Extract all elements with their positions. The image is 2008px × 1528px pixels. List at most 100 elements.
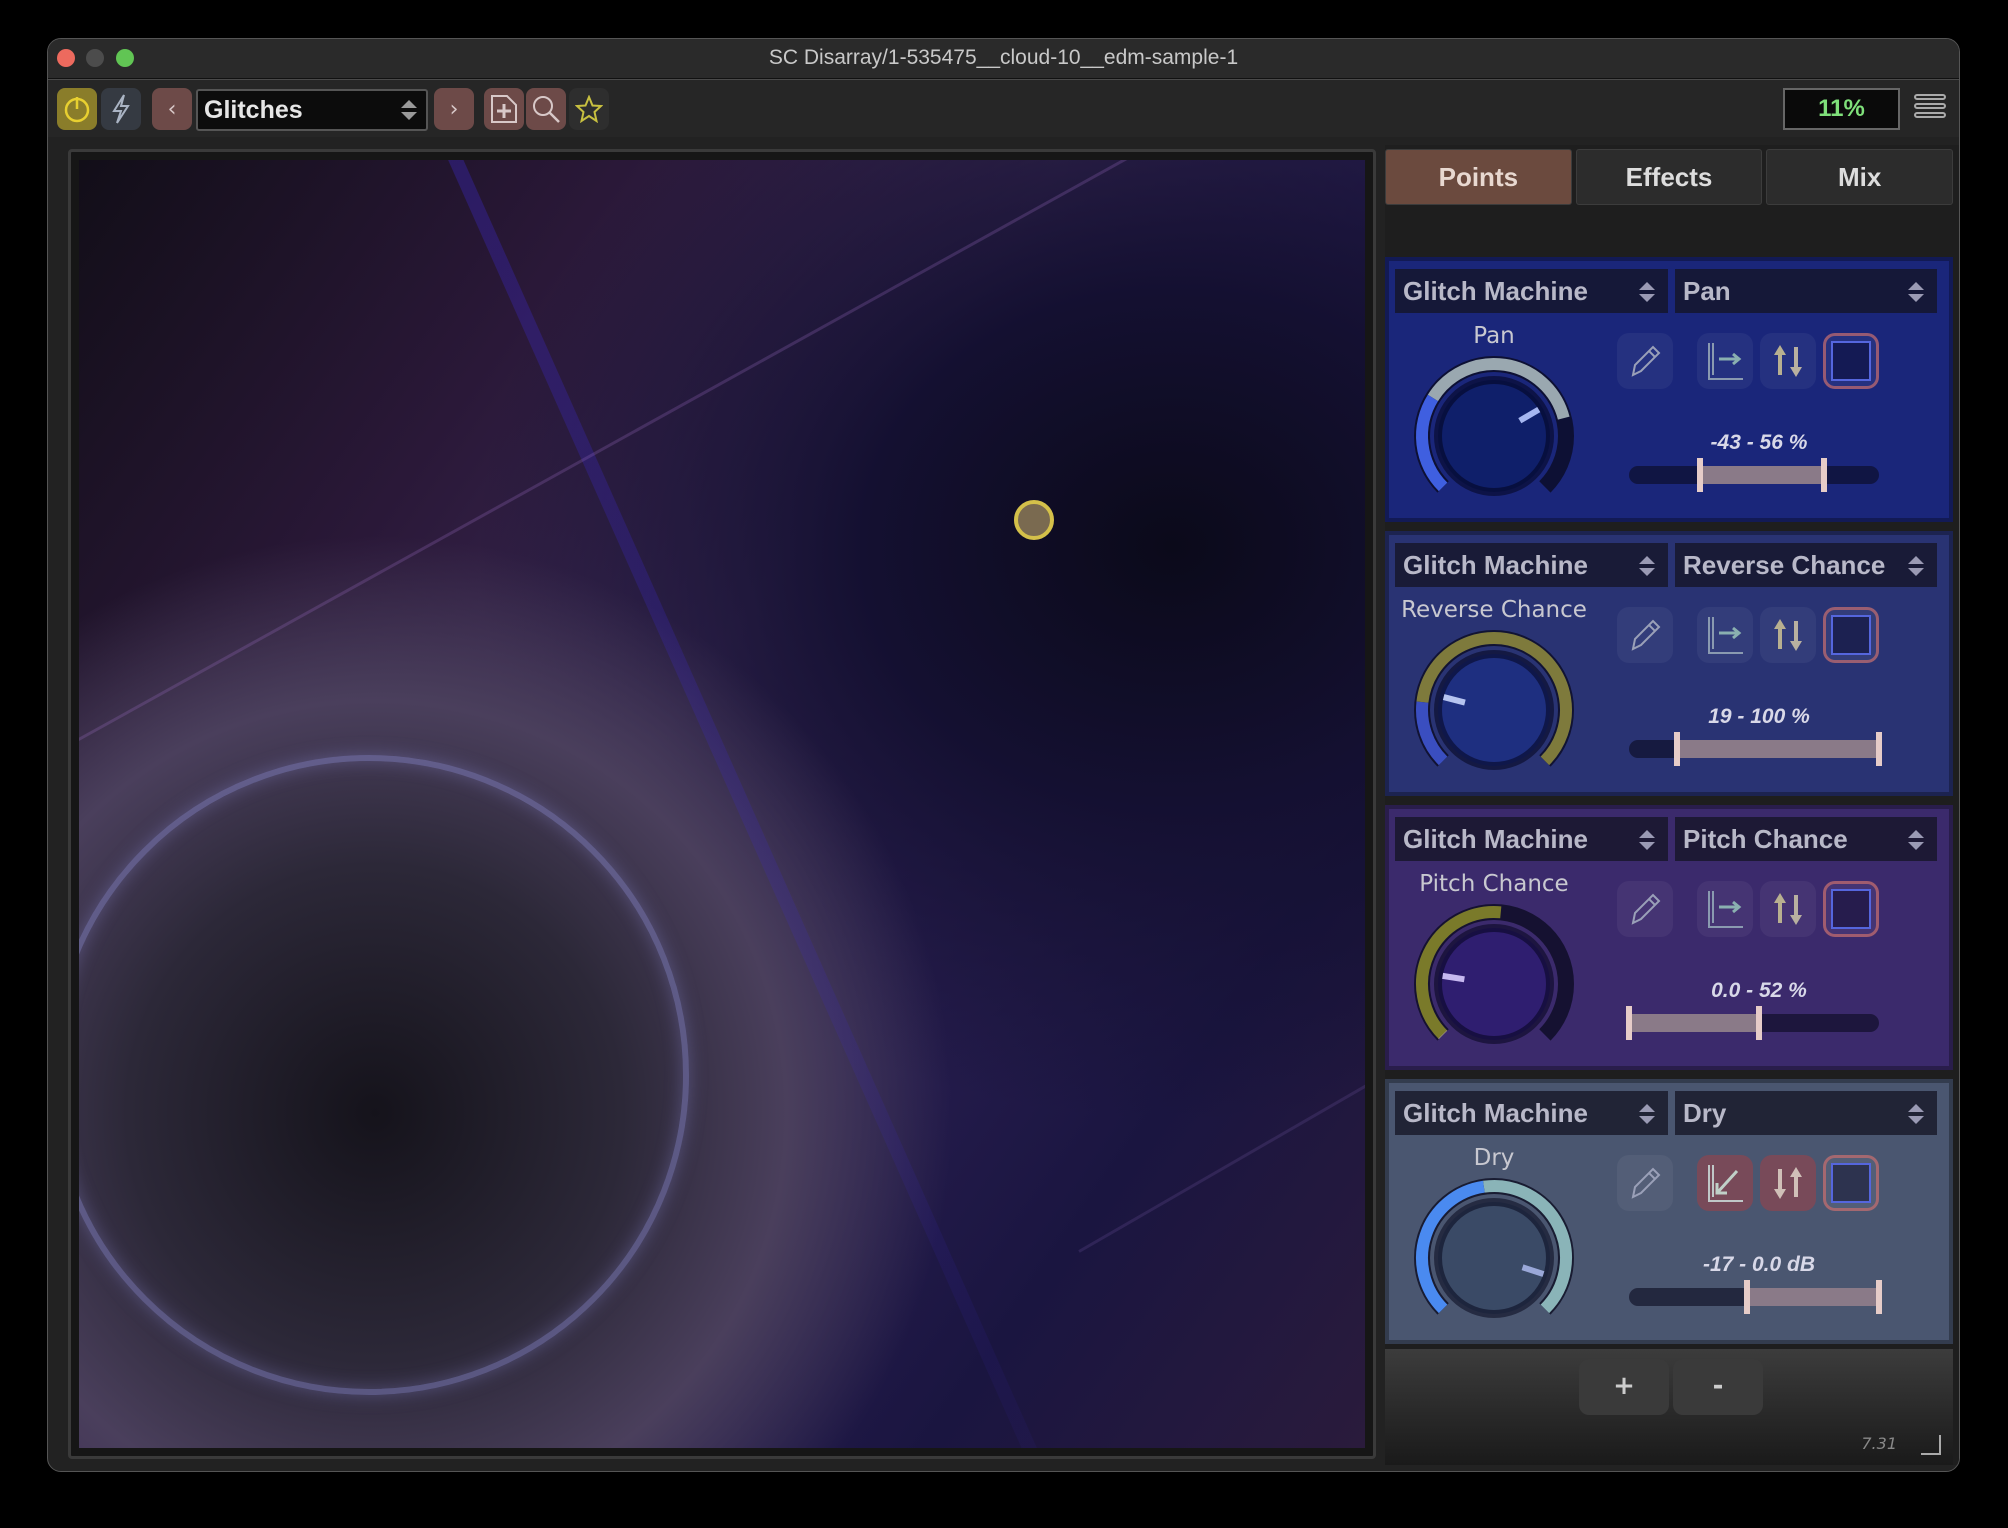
- add-slot-button[interactable]: +: [1579, 1359, 1669, 1415]
- range-low-handle[interactable]: [1626, 1006, 1632, 1040]
- color-swatch-button[interactable]: [1823, 1155, 1879, 1211]
- color-swatch-button[interactable]: [1823, 881, 1879, 937]
- invert-button[interactable]: [1760, 607, 1816, 663]
- curve-shape-button[interactable]: [1697, 1155, 1753, 1211]
- add-file-icon: [491, 95, 517, 123]
- parameter-name: Pitch Chance: [1683, 824, 1848, 854]
- menu-bar-icon: [1914, 103, 1946, 109]
- spinner-arrows-icon: [1639, 830, 1655, 850]
- draw-mode-button[interactable]: [1617, 881, 1673, 937]
- window-title: SC Disarray/1-535475__cloud-10__edm-samp…: [768, 46, 1239, 69]
- curve-shape-icon: [1708, 1165, 1743, 1202]
- favorite-button[interactable]: [569, 88, 609, 130]
- range-slider[interactable]: [1626, 1006, 1879, 1040]
- parameter-knob[interactable]: [1409, 1173, 1579, 1343]
- range-low-handle[interactable]: [1697, 458, 1704, 492]
- parameter-selector[interactable]: Pan: [1675, 269, 1937, 313]
- module-name: Glitch Machine: [1403, 1098, 1588, 1128]
- range-high-handle[interactable]: [1756, 1006, 1762, 1040]
- previous-preset-button[interactable]: ‹: [152, 88, 192, 130]
- module-selector[interactable]: Glitch Machine: [1395, 269, 1668, 313]
- parameter-selector[interactable]: Reverse Chance: [1675, 543, 1937, 587]
- slot-controls: + - 7.31: [1385, 1349, 1953, 1465]
- preset-name: Glitches: [204, 96, 303, 124]
- range-high-handle[interactable]: [1876, 732, 1882, 766]
- spinner-arrows-icon: [1908, 282, 1924, 302]
- app-window: SC Disarray/1-535475__cloud-10__edm-samp…: [47, 38, 1960, 1472]
- tab-effects[interactable]: Effects: [1575, 149, 1763, 205]
- range-fill: [1746, 1288, 1879, 1306]
- spinner-arrows-icon: [1639, 556, 1655, 576]
- color-swatch: [1831, 615, 1871, 655]
- range-slider[interactable]: [1629, 732, 1882, 766]
- modulation-slot: Glitch Machine Pan Pan -43 - 56 %: [1385, 257, 1953, 522]
- invert-button[interactable]: [1760, 881, 1816, 937]
- module-selector[interactable]: Glitch Machine: [1395, 543, 1668, 587]
- color-swatch-button[interactable]: [1823, 333, 1879, 389]
- bypass-button[interactable]: [101, 88, 141, 130]
- preset-selector[interactable]: Glitches: [196, 89, 428, 131]
- range-readout: 19 - 100 %: [1708, 705, 1810, 728]
- power-icon: [64, 97, 90, 123]
- parameter-name: Dry: [1683, 1098, 1727, 1128]
- main-menu-button[interactable]: [1914, 94, 1946, 124]
- curve-shape-button[interactable]: [1697, 607, 1753, 663]
- parameter-knob[interactable]: [1409, 351, 1579, 521]
- invert-direction-icon: [1774, 345, 1802, 377]
- range-high-handle[interactable]: [1821, 458, 1827, 492]
- xy-point-handle[interactable]: [1014, 500, 1054, 540]
- power-button[interactable]: [57, 88, 97, 130]
- range-fill: [1676, 740, 1879, 758]
- invert-button[interactable]: [1760, 1155, 1816, 1211]
- draw-mode-button[interactable]: [1617, 333, 1673, 389]
- parameter-selector[interactable]: Pitch Chance: [1675, 817, 1937, 861]
- tab-points[interactable]: Points: [1385, 149, 1572, 205]
- tab-bar: Points Effects Mix: [1385, 149, 1954, 207]
- toolbar: ‹ Glitches › 11%: [48, 79, 1959, 137]
- module-name: Glitch Machine: [1403, 550, 1588, 580]
- knob-label: Dry: [1473, 1145, 1515, 1171]
- range-fill: [1629, 1014, 1759, 1032]
- version-label: 7.31: [1861, 1434, 1897, 1453]
- knob-label: Pan: [1473, 323, 1515, 349]
- module-name: Glitch Machine: [1403, 276, 1588, 306]
- range-slider[interactable]: [1629, 458, 1879, 492]
- light-beam: [1078, 1050, 1365, 1253]
- parameter-name: Pan: [1683, 276, 1731, 306]
- parameter-selector[interactable]: Dry: [1675, 1091, 1937, 1135]
- save-preset-button[interactable]: [484, 88, 524, 130]
- search-presets-button[interactable]: [526, 88, 566, 130]
- invert-direction-icon: [1774, 1167, 1802, 1199]
- cpu-meter: 11%: [1783, 88, 1900, 130]
- knob-label: Pitch Chance: [1419, 871, 1569, 897]
- range-low-handle[interactable]: [1743, 1280, 1750, 1314]
- pencil-icon: [1631, 893, 1661, 925]
- parameter-knob[interactable]: [1409, 625, 1579, 795]
- range-low-handle[interactable]: [1673, 732, 1680, 766]
- module-selector[interactable]: Glitch Machine: [1395, 1091, 1668, 1135]
- range-readout: -17 - 0.0 dB: [1702, 1253, 1816, 1276]
- search-icon: [533, 96, 560, 123]
- draw-mode-button[interactable]: [1617, 607, 1673, 663]
- range-readout: 0.0 - 52 %: [1711, 979, 1807, 1002]
- knob-body: [1434, 924, 1554, 1044]
- curve-shape-button[interactable]: [1697, 881, 1753, 937]
- menu-bar-icon: [1914, 112, 1946, 118]
- module-selector[interactable]: Glitch Machine: [1395, 817, 1668, 861]
- xy-pad[interactable]: [79, 160, 1365, 1448]
- curve-shape-button[interactable]: [1697, 333, 1753, 389]
- module-name: Glitch Machine: [1403, 824, 1588, 854]
- tab-mix[interactable]: Mix: [1766, 149, 1954, 205]
- menu-bar-icon: [1914, 94, 1946, 100]
- spinner-arrows-icon: [401, 100, 417, 120]
- resize-handle[interactable]: [1921, 1435, 1941, 1455]
- range-slider[interactable]: [1629, 1280, 1882, 1314]
- draw-mode-button[interactable]: [1617, 1155, 1673, 1211]
- remove-slot-button[interactable]: -: [1673, 1359, 1763, 1415]
- invert-button[interactable]: [1760, 333, 1816, 389]
- parameter-knob[interactable]: [1409, 899, 1579, 1069]
- next-preset-button[interactable]: ›: [434, 88, 474, 130]
- range-high-handle[interactable]: [1876, 1280, 1882, 1314]
- color-swatch-button[interactable]: [1823, 607, 1879, 663]
- color-swatch: [1831, 889, 1871, 929]
